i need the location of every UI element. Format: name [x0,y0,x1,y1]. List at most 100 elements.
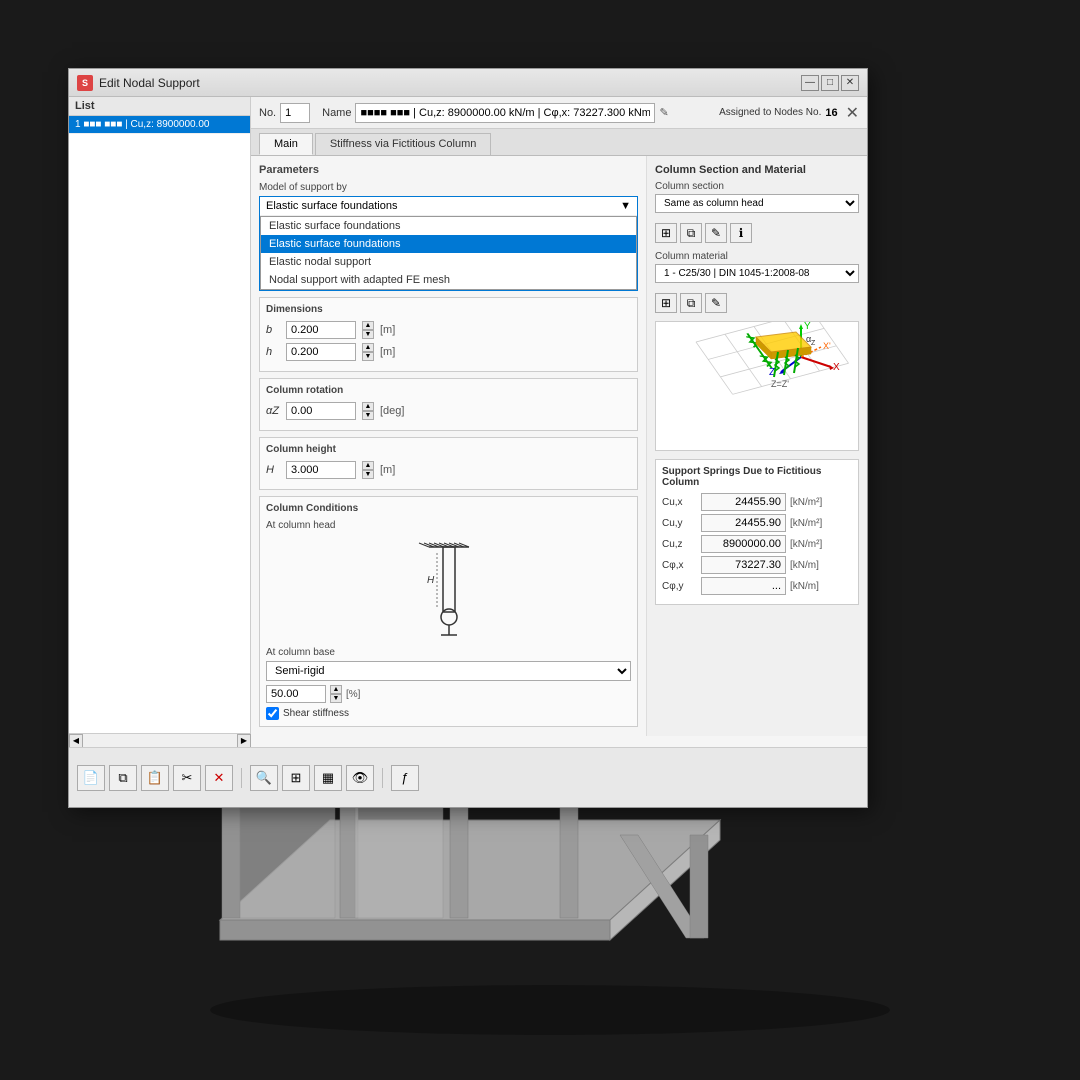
base-percent-unit: [%] [346,689,360,700]
right-col: Column Section and Material Column secti… [647,156,867,736]
assigned-label: Assigned to Nodes No. [719,107,821,118]
cuy-input[interactable] [701,514,786,532]
shear-checkbox[interactable] [266,707,279,720]
toolbar-btn-delete[interactable]: ✕ [205,765,233,791]
title-controls: — □ ✕ [801,75,859,91]
H-up-btn[interactable]: ▲ [362,461,374,470]
option-2[interactable]: Elastic surface foundations [261,235,636,253]
scroll-left-arrow[interactable]: ◀ [69,734,83,748]
col-section-area: Column Section and Material Column secti… [655,164,859,313]
toolbar-btn-view[interactable]: 👁 [346,765,374,791]
H-down-btn[interactable]: ▼ [362,470,374,479]
name-input[interactable] [355,103,655,123]
toolbar-btn-new[interactable]: 📄 [77,765,105,791]
rotation-title: Column rotation [266,385,631,396]
toolbar-btn-paste[interactable]: 📋 [141,765,169,791]
toolbar-btn-grid[interactable]: ⊞ [282,765,310,791]
col-mat-btn-3[interactable]: ✎ [705,293,727,313]
b-spinner: ▲ ▼ [362,321,374,339]
col-mat-btn-1[interactable]: ⊞ [655,293,677,313]
minimize-button[interactable]: — [801,75,819,91]
scroll-track[interactable] [83,734,237,747]
column-diagram-svg: H [409,539,489,639]
base-pct-down-btn[interactable]: ▼ [330,694,342,703]
base-pct-up-btn[interactable]: ▲ [330,685,342,694]
option-1[interactable]: Elastic surface foundations [261,217,636,235]
dimensions-section: Dimensions b ▲ ▼ [m] h [259,297,638,372]
cux-row: Cu,x [kN/m²] [662,493,852,511]
cpx-input[interactable] [701,556,786,574]
dropdown-selected[interactable]: Elastic surface foundations ▼ [260,197,637,216]
tab-stiffness[interactable]: Stiffness via Fictitious Column [315,133,492,155]
toolbar-btn-select[interactable]: ▦ [314,765,342,791]
col-sec-btn-3[interactable]: ✎ [705,223,727,243]
toolbar-btn-cut[interactable]: ✂ [173,765,201,791]
dialog-icon: S [77,75,93,91]
az-label: αZ [266,405,280,417]
horizontal-scrollbar[interactable]: ◀ ▶ [69,733,251,747]
close-button[interactable]: ✕ [841,75,859,91]
tab-main[interactable]: Main [259,133,313,155]
col-mat-label: Column material [655,251,859,262]
cpx-unit: [kN/m] [790,560,819,571]
cpx-row: Cφ,x [kN/m] [662,556,852,574]
cux-label: Cu,x [662,497,697,508]
h-down-btn[interactable]: ▼ [362,352,374,361]
no-field-group: No. [259,103,310,123]
cpy-input[interactable] [701,577,786,595]
list-header: List [69,97,250,116]
assigned-group: Assigned to Nodes No. 16 ✕ [719,103,859,123]
no-input[interactable] [280,103,310,123]
model-section: Model of support by Elastic surface foun… [259,182,638,291]
close-x-icon[interactable]: ✕ [846,103,859,123]
rotation-section: Column rotation αZ ▲ ▼ [deg] [259,378,638,431]
col-sec-select[interactable]: Same as column head [655,194,859,213]
b-input[interactable] [286,321,356,339]
H-input[interactable] [286,461,356,479]
base-type-select[interactable]: Semi-rigid [266,661,631,681]
option-4[interactable]: Nodal support with adapted FE mesh [261,271,636,289]
H-spinner: ▲ ▼ [362,461,374,479]
cuz-row: Cu,z [kN/m²] [662,535,852,553]
cuz-input[interactable] [701,535,786,553]
col-mat-select[interactable]: 1 - C25/30 | DIN 1045-1:2008-08 [655,264,859,283]
cux-input[interactable] [701,493,786,511]
col-mat-btn-2[interactable]: ⧉ [680,293,702,313]
axes-viz-area: Y X Z [655,321,859,451]
col-sec-btn-4[interactable]: ℹ [730,223,752,243]
svg-text:X': X' [823,341,831,351]
model-label: Model of support by [259,182,638,193]
b-up-btn[interactable]: ▲ [362,321,374,330]
springs-title: Support Springs Due to Fictitious Column [662,466,852,488]
dialog-title: Edit Nodal Support [99,76,200,90]
svg-text:Z: Z [811,340,816,347]
name-edit-icon[interactable]: ✎ [659,106,668,119]
col-sec-btn-1[interactable]: ⊞ [655,223,677,243]
az-up-btn[interactable]: ▲ [362,402,374,411]
h-input[interactable] [286,343,356,361]
title-bar: S Edit Nodal Support — □ ✕ [69,69,867,97]
toolbar-btn-zoom[interactable]: 🔍 [250,765,278,791]
base-percent-input[interactable] [266,685,326,703]
base-percent-spinner: ▲ ▼ [330,685,342,703]
col-mat-dropdown-row: 1 - C25/30 | DIN 1045-1:2008-08 [655,264,859,289]
base-percent-row: ▲ ▼ [%] [266,685,631,703]
toolbar-btn-copy[interactable]: ⧉ [109,765,137,791]
list-item-1[interactable]: 1 ■■■ ■■■ | Cu,z: 8900000.00 [69,116,250,134]
az-input[interactable] [286,402,356,420]
model-dropdown[interactable]: Elastic surface foundations ▼ Elastic su… [259,196,638,291]
b-down-btn[interactable]: ▼ [362,330,374,339]
column-diagram: H [266,539,631,639]
scroll-right-arrow[interactable]: ▶ [237,734,251,748]
cuy-label: Cu,y [662,518,697,529]
az-down-btn[interactable]: ▼ [362,411,374,420]
option-3[interactable]: Elastic nodal support [261,253,636,271]
h-up-btn[interactable]: ▲ [362,343,374,352]
params-title: Parameters [259,164,638,176]
toolbar-separator-1 [241,768,242,788]
maximize-button[interactable]: □ [821,75,839,91]
col-sec-btn-2[interactable]: ⧉ [680,223,702,243]
toolbar-btn-func[interactable]: ƒ [391,765,419,791]
h-label: h [266,346,280,358]
page-container: S Edit Nodal Support — □ ✕ List 1 ■■■ ■■… [0,0,1080,1080]
